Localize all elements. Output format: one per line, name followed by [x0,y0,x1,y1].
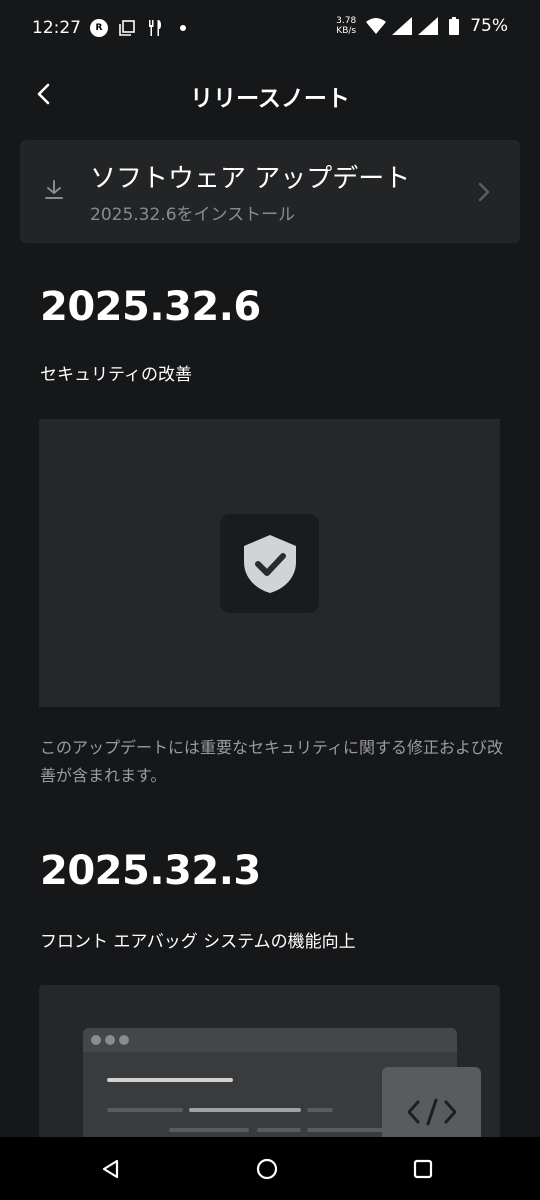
software-update-card[interactable]: ソフトウェア アップデート 2025.32.6をインストール [20,140,520,243]
window-dot [119,1035,129,1045]
release-description: このアップデートには重要なセキュリティに関する修正および改善が含まれます。 [40,738,504,785]
shield-check-icon [243,534,296,593]
release-image [39,419,500,707]
chevron-right-icon [478,182,490,202]
window-line [107,1078,233,1082]
signal-1-icon [392,16,413,36]
window-line [169,1128,249,1132]
battery-percent: 75% [470,16,508,36]
window-line [307,1128,387,1132]
code-tile [382,1067,481,1137]
window-dot [91,1035,101,1045]
svg-text:R: R [96,23,103,33]
release-version: 2025.32.6 [40,284,261,330]
download-icon [45,180,63,199]
net-speed-unit: KB/s [336,26,357,36]
window-titlebar [83,1028,457,1052]
window-line [307,1108,333,1112]
window-dot [105,1035,115,1045]
window-line [107,1108,183,1112]
release-image [39,985,500,1137]
app-header: リリースノート [0,60,540,132]
rakuten-icon: R [89,18,109,38]
dot-icon [173,18,193,38]
page-title: リリースノート [190,86,350,112]
update-title: ソフトウェア アップデート [90,164,411,194]
signal-2-icon [418,16,439,36]
restaurant-icon [145,18,165,38]
window-line [189,1108,301,1112]
shield-tile [220,514,319,613]
status-time: 12:27 [32,18,81,38]
status-bar: 12:27 R 3.78 KB/s 75% [0,0,540,60]
battery-icon [444,16,464,36]
status-right: 3.78 KB/s 75% [332,16,508,36]
recents-square-icon [413,1159,433,1179]
back-triangle-icon [102,1159,119,1179]
copy-icon [117,18,137,38]
code-window-icon [407,1098,456,1126]
notification-icons: R [89,18,193,38]
wifi-icon [366,16,387,36]
nav-recents-button[interactable] [406,1152,440,1186]
window-line [257,1128,301,1132]
update-subtitle: 2025.32.6をインストール [90,205,296,225]
net-speed: 3.78 KB/s [332,16,360,36]
release-version: 2025.32.3 [40,848,261,894]
nav-home-button[interactable] [250,1152,284,1186]
release-note-title: セキュリティの改善 [40,365,192,385]
release-note-title: フロント エアバッグ システムの機能向上 [40,932,356,952]
system-nav-bar [0,1137,540,1200]
nav-back-button[interactable] [94,1152,128,1186]
net-speed-value: 3.78 [336,16,357,26]
home-circle-icon [256,1158,278,1180]
